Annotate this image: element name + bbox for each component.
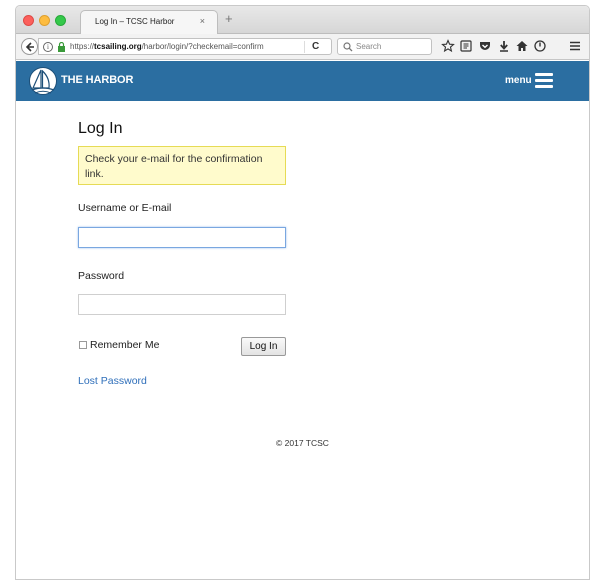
- tab-close-icon[interactable]: ×: [200, 16, 205, 26]
- reading-list-icon[interactable]: [459, 39, 473, 53]
- password-label: Password: [78, 270, 125, 282]
- pocket-icon[interactable]: [478, 39, 492, 53]
- tab-bar: Log In – TCSC Harbor × +: [16, 6, 589, 35]
- page-title: Log In: [78, 120, 123, 137]
- close-window-button[interactable]: [23, 15, 34, 26]
- username-label: Username or E-mail: [78, 202, 172, 214]
- confirmation-notice: Check your e-mail for the confirmation l…: [78, 146, 286, 185]
- bookmark-star-icon[interactable]: [441, 39, 455, 53]
- site-title[interactable]: THE HARBOR: [61, 74, 133, 86]
- password-input[interactable]: [78, 294, 286, 315]
- site-header: THE HARBOR menu: [16, 61, 589, 101]
- remember-me-checkbox[interactable]: [79, 341, 87, 349]
- url-text: https://tcsailing.org/harbor/login/?chec…: [70, 42, 264, 51]
- search-bar[interactable]: Search: [337, 38, 432, 55]
- back-arrow-icon: [25, 42, 34, 52]
- remember-me-label: Remember Me: [90, 339, 160, 351]
- tab-login[interactable]: Log In – TCSC Harbor ×: [80, 10, 218, 35]
- hamburger-menu-icon[interactable]: [568, 39, 582, 53]
- zoom-window-button[interactable]: [55, 15, 66, 26]
- login-button[interactable]: Log In: [241, 337, 286, 356]
- username-input[interactable]: [78, 227, 286, 248]
- back-button[interactable]: [21, 38, 38, 55]
- search-icon: [343, 42, 353, 52]
- minimize-window-button[interactable]: [39, 15, 50, 26]
- remember-me[interactable]: Remember Me: [79, 339, 159, 351]
- url-bar[interactable]: i https://tcsailing.org/harbor/login/?ch…: [38, 38, 332, 55]
- navigation-toolbar: i https://tcsailing.org/harbor/login/?ch…: [16, 34, 589, 60]
- footer-copyright: © 2017 TCSC: [276, 438, 329, 448]
- reload-icon[interactable]: C: [312, 41, 319, 52]
- lost-password-link[interactable]: Lost Password: [78, 375, 147, 387]
- search-placeholder: Search: [356, 42, 382, 51]
- hamburger-icon[interactable]: [535, 73, 553, 88]
- browser-window: Log In – TCSC Harbor × + i https://tcsai…: [15, 5, 590, 580]
- new-tab-button[interactable]: +: [225, 12, 233, 25]
- url-divider: [304, 41, 305, 53]
- info-icon[interactable]: i: [43, 42, 53, 52]
- harbor-logo-icon[interactable]: [28, 66, 58, 96]
- download-icon[interactable]: [497, 39, 511, 53]
- home-icon[interactable]: [515, 39, 529, 53]
- menu-label[interactable]: menu: [505, 75, 532, 86]
- tab-title: Log In – TCSC Harbor: [95, 17, 175, 26]
- power-icon[interactable]: [533, 39, 547, 53]
- lock-icon: [58, 42, 65, 52]
